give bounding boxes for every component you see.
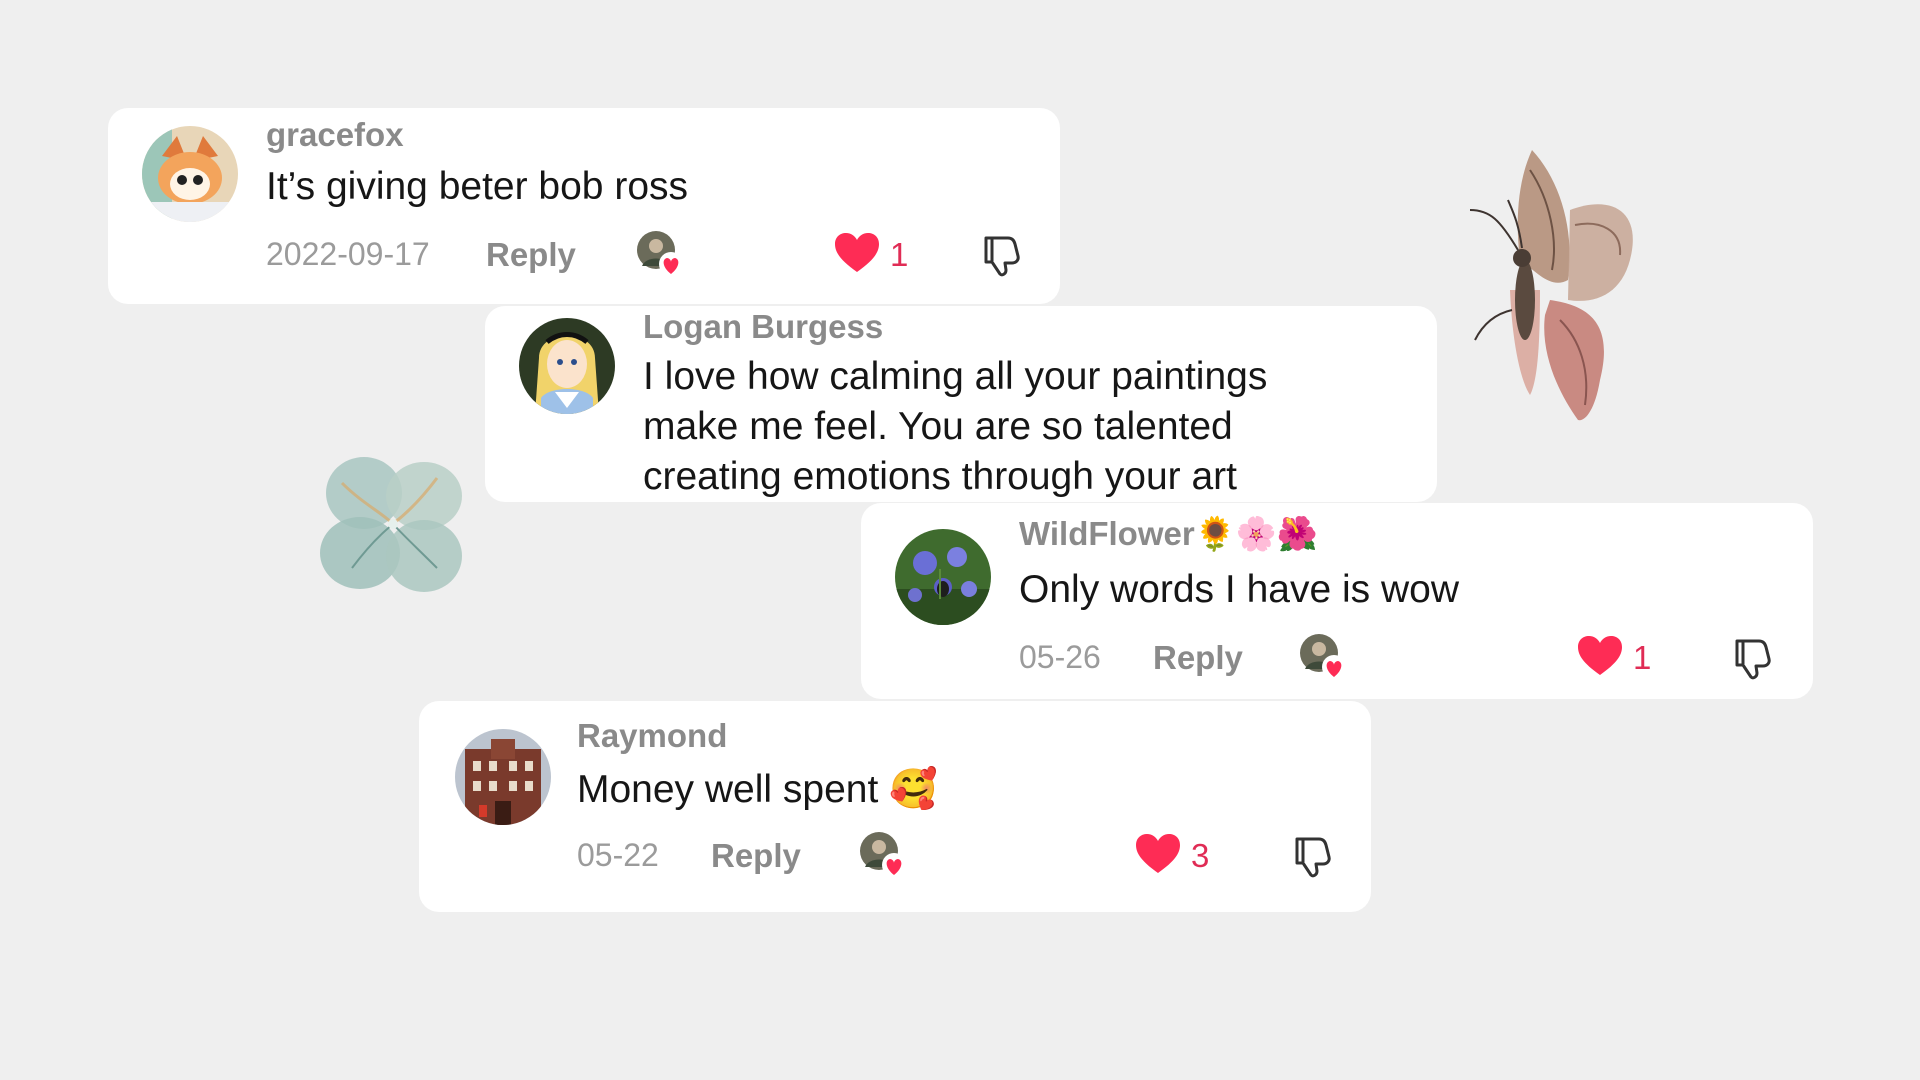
comment-username[interactable]: Logan Burgess	[643, 308, 883, 346]
comment-text: It’s giving beter bob ross	[266, 165, 689, 208]
comment-meta: 05-22 Reply 3	[577, 831, 1337, 879]
avatar[interactable]	[455, 729, 551, 825]
comment-meta: 05-26 Reply 1	[1019, 633, 1779, 681]
comment-date: 2022-09-17	[266, 236, 430, 272]
creator-liked-avatar-icon	[1299, 633, 1347, 681]
comment-date: 05-26	[1019, 639, 1101, 675]
comment-username[interactable]: WildFlower🌻🌸🌺	[1019, 515, 1318, 554]
like-button[interactable]: 1	[834, 230, 934, 278]
thumbs-down-icon	[1295, 837, 1331, 878]
like-button[interactable]: 1	[1577, 633, 1677, 681]
reply-button[interactable]: Reply	[711, 837, 801, 875]
heart-icon	[1136, 834, 1180, 873]
thumbs-down-icon	[1735, 639, 1771, 680]
comment-text: Money well spent 🥰	[577, 768, 938, 811]
like-count: 1	[1633, 639, 1652, 676]
comment-card: WildFlower🌻🌸🌺 Only words I have is wow 0…	[861, 503, 1813, 699]
comment-username[interactable]: Raymond	[577, 717, 727, 755]
creator-liked-avatar-icon	[859, 831, 907, 879]
comment-card: Logan Burgess I love how calming all you…	[485, 306, 1437, 502]
avatar[interactable]	[519, 318, 615, 414]
reply-button[interactable]: Reply	[1153, 639, 1243, 677]
comment-card: Raymond Money well spent 🥰 05-22 Reply 3	[419, 701, 1371, 912]
dislike-button[interactable]	[1289, 831, 1337, 879]
like-button[interactable]: 3	[1135, 831, 1235, 879]
dislike-button[interactable]	[978, 230, 1026, 278]
avatar[interactable]	[895, 529, 991, 625]
heart-icon	[1578, 636, 1622, 675]
comment-text: Only words I have is wow	[1019, 568, 1459, 611]
comment-username[interactable]: gracefox	[266, 116, 404, 154]
comment-card: gracefox It’s giving beter bob ross 2022…	[108, 108, 1060, 304]
comment-meta: 2022-09-17 Reply 1	[266, 230, 1026, 278]
creator-liked-avatar-icon	[636, 230, 684, 278]
like-count: 3	[1191, 837, 1210, 874]
comment-text: I love how calming all your paintings ma…	[643, 355, 1268, 498]
dislike-button[interactable]	[1729, 633, 1777, 681]
thumbs-down-icon	[984, 236, 1020, 277]
comment-date: 05-22	[577, 837, 659, 873]
avatar[interactable]	[142, 126, 238, 222]
dried-flower-illustration	[320, 457, 462, 592]
heart-icon	[835, 233, 879, 272]
reply-button[interactable]: Reply	[486, 236, 576, 274]
like-count: 1	[890, 236, 909, 273]
